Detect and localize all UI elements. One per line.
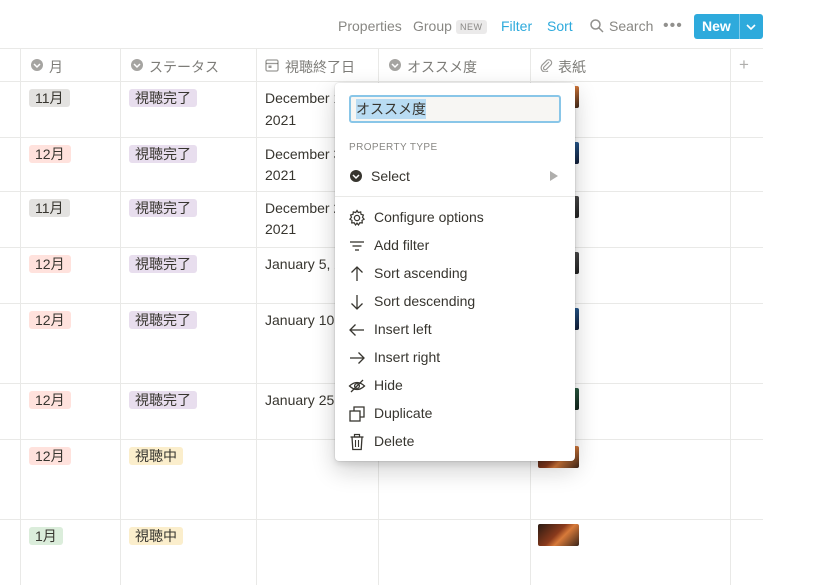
status-tag: 視聴中 (129, 447, 183, 465)
status-tag: 視聴中 (129, 527, 183, 545)
property-menu-popup: PROPERTY TYPE Select Configure options A… (335, 83, 575, 461)
properties-button[interactable]: Properties (338, 18, 402, 34)
view-toolbar: Properties Group NEW Filter Sort Search … (0, 14, 832, 40)
trash-icon (350, 433, 364, 451)
month-tag: 12月 (29, 311, 71, 329)
column-header-label: 表紙 (558, 59, 586, 75)
arrow-down-icon (351, 295, 363, 310)
sort-button[interactable]: Sort (547, 18, 573, 34)
end-date-cell: 2021 (265, 167, 297, 183)
add-column-icon[interactable]: + (739, 55, 749, 75)
menu-item-duplicate[interactable]: Duplicate (335, 400, 575, 426)
menu-item-configure-options[interactable]: Configure options (335, 204, 575, 230)
calendar-icon (265, 59, 279, 72)
status-tag: 視聴完了 (129, 199, 197, 217)
column-header-label: オススメ度 (407, 59, 477, 75)
column-header-label: 視聴終了日 (285, 59, 355, 75)
menu-item-delete[interactable]: Delete (335, 428, 575, 454)
grid-line (0, 519, 763, 520)
end-date-cell: December 2 (265, 200, 342, 216)
grid-line (0, 81, 763, 82)
search-icon[interactable] (589, 18, 605, 34)
chevron-down-icon[interactable] (745, 22, 757, 32)
column-header-label: 月 (49, 59, 63, 75)
menu-item-label: Delete (374, 433, 415, 449)
end-date-cell: 2021 (265, 221, 297, 237)
grid-line (120, 48, 121, 585)
new-button-label: New (702, 18, 731, 34)
grid-line (20, 48, 21, 585)
menu-item-label: Duplicate (374, 405, 433, 421)
duplicate-icon (349, 406, 365, 422)
arrow-up-icon (351, 266, 363, 281)
property-name-input[interactable] (349, 95, 561, 123)
month-tag: 12月 (29, 391, 71, 409)
new-badge: NEW (456, 20, 487, 34)
new-button-divider (739, 14, 740, 39)
end-date-cell: January 10, (265, 312, 339, 328)
status-tag: 視聴完了 (129, 89, 197, 107)
menu-item-sort-ascending[interactable]: Sort ascending (335, 260, 575, 286)
grid-line (256, 48, 257, 585)
arrow-left-icon (349, 324, 364, 336)
status-tag: 視聴完了 (129, 311, 197, 329)
menu-item-insert-left[interactable]: Insert left (335, 316, 575, 342)
menu-divider (335, 196, 575, 197)
select-icon (31, 59, 43, 71)
status-tag: 視聴完了 (129, 145, 197, 163)
grid-line (730, 48, 731, 585)
menu-item-label: Sort ascending (374, 265, 468, 281)
status-tag: 視聴完了 (129, 255, 197, 273)
month-tag: 12月 (29, 255, 71, 273)
menu-item-sort-descending[interactable]: Sort descending (335, 288, 575, 314)
cover-thumbnail[interactable] (538, 524, 579, 546)
month-tag: 12月 (29, 145, 71, 163)
menu-item-hide[interactable]: Hide (335, 372, 575, 398)
month-tag: 12月 (29, 447, 71, 465)
select-icon (389, 59, 401, 71)
menu-item-add-filter[interactable]: Add filter (335, 232, 575, 258)
arrow-right-icon (350, 352, 365, 364)
select-icon (131, 59, 143, 71)
menu-item-label: Add filter (374, 237, 430, 253)
more-options-icon[interactable]: ••• (663, 17, 683, 35)
menu-item-label: Sort descending (374, 293, 476, 309)
end-date-cell: January 5, 2 (265, 256, 343, 272)
gear-icon (348, 209, 366, 227)
group-button[interactable]: Group (413, 18, 452, 34)
grid-line (0, 48, 763, 49)
menu-item-insert-right[interactable]: Insert right (335, 344, 575, 370)
attachment-icon (540, 59, 553, 72)
column-header-label: ステータス (149, 59, 219, 75)
month-tag: 11月 (29, 89, 70, 107)
chevron-right-icon (550, 171, 558, 181)
select-icon (350, 170, 362, 182)
end-date-cell: December 3 (265, 146, 342, 162)
month-tag: 1月 (29, 527, 63, 545)
end-date-cell: December 1 (265, 90, 342, 106)
eye-off-icon (348, 379, 366, 393)
filter-button[interactable]: Filter (501, 18, 532, 34)
new-button[interactable]: New (694, 14, 763, 39)
end-date-cell: January 25, (265, 392, 339, 408)
filter-icon (350, 241, 364, 251)
status-tag: 視聴完了 (129, 391, 197, 409)
month-tag: 11月 (29, 199, 70, 217)
end-date-cell: 2021 (265, 112, 297, 128)
menu-item-label: Insert right (374, 349, 441, 365)
search-button[interactable]: Search (609, 18, 653, 34)
menu-item-label: Configure options (374, 209, 484, 225)
property-type-label: PROPERTY TYPE (349, 142, 438, 153)
menu-item-label: Hide (374, 377, 403, 393)
property-type-value: Select (371, 168, 410, 184)
menu-item-label: Insert left (374, 321, 432, 337)
property-type-select[interactable]: Select (335, 164, 575, 188)
